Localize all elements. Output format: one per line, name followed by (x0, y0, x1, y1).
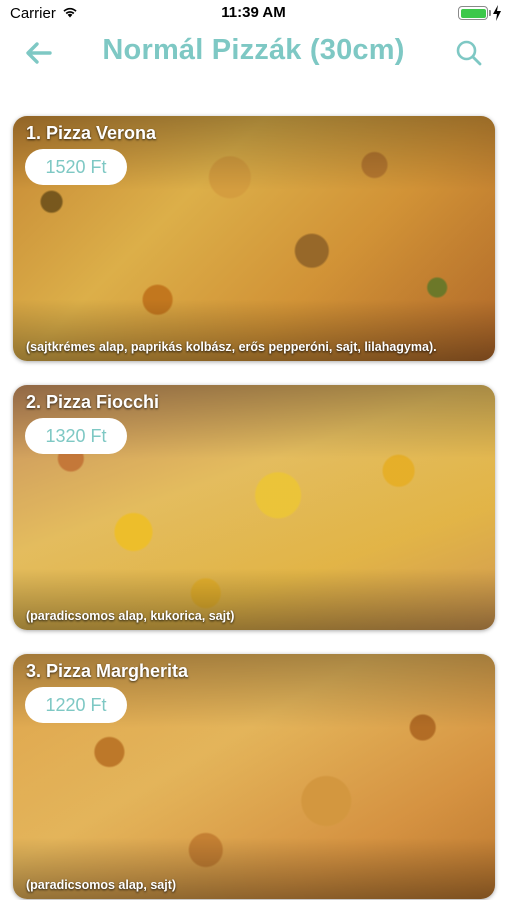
search-icon (456, 40, 482, 66)
status-bar: Carrier 11:39 AM (0, 0, 507, 28)
arrow-left-icon (26, 42, 52, 64)
battery-cap (489, 10, 491, 16)
pizza-name: 3. Pizza Margherita (26, 661, 189, 681)
price-badge: 1520 Ft (25, 149, 127, 185)
back-button[interactable] (22, 36, 56, 70)
pizza-name: 2. Pizza Fiocchi (26, 392, 160, 412)
pizza-description: (sajtkrémes alap, paprikás kolbász, erős… (26, 340, 437, 354)
price-badge: 1220 Ft (25, 687, 127, 723)
pizza-list: 1. Pizza Verona 1520 Ft (sajtkrémes alap… (13, 116, 495, 900)
search-button[interactable] (452, 36, 486, 70)
pizza-description: (paradicsomos alap, kukorica, sajt) (26, 609, 235, 623)
pizza-card-fiocchi[interactable]: 2. Pizza Fiocchi 1320 Ft (paradicsomos a… (13, 385, 495, 630)
navigation-bar: Normál Pizzák (30cm) (0, 28, 507, 80)
charging-bolt-icon (493, 5, 501, 21)
pizza-card-verona[interactable]: 1. Pizza Verona 1520 Ft (sajtkrémes alap… (13, 116, 495, 361)
pizza-name: 1. Pizza Verona (26, 123, 157, 143)
status-time: 11:39 AM (221, 4, 286, 21)
pizza-description: (paradicsomos alap, sajt) (26, 878, 177, 892)
battery-icon (458, 6, 488, 20)
price-badge: 1320 Ft (25, 418, 127, 454)
page-title: Normál Pizzák (30cm) (102, 34, 405, 66)
pizza-card-margherita[interactable]: 3. Pizza Margherita 1220 Ft (paradicsomo… (13, 654, 495, 899)
